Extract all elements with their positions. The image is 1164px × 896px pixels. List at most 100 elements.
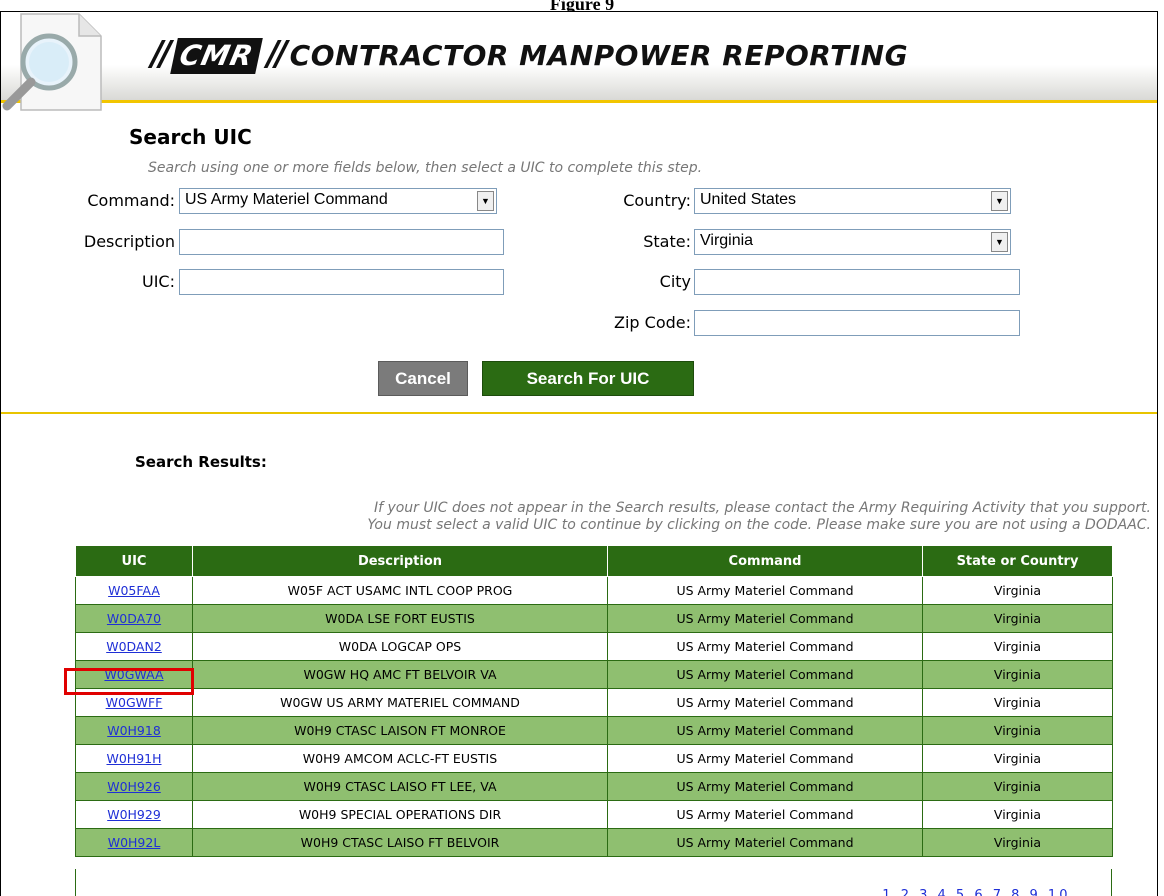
uic-cell: W0H926 [75, 772, 193, 801]
state-cell: Virginia [922, 800, 1113, 829]
state-cell: Virginia [922, 660, 1113, 689]
state-cell: Virginia [922, 604, 1113, 633]
select-arrow-icon[interactable]: ▼ [991, 232, 1008, 252]
uic-input[interactable] [179, 269, 504, 295]
column-header-command: Command [607, 545, 923, 577]
column-header-description: Description [192, 545, 608, 577]
command-cell: US Army Materiel Command [607, 744, 923, 773]
pagination-row: 1 2 3 4 5 6 7 8 9 10 ... [75, 869, 1112, 896]
column-header-state: State or Country [922, 545, 1113, 577]
description-cell: W0DA LSE FORT EUSTIS [192, 604, 608, 633]
pagination-links[interactable]: 1 2 3 4 5 6 7 8 9 10 ... [882, 888, 1099, 896]
column-header-uic: UIC [75, 545, 193, 577]
table-row: W0H92L W0H9 CTASC LAISO FT BELVOIR US Ar… [75, 828, 1113, 857]
description-cell: W0GW US ARMY MATERIEL COMMAND [192, 688, 608, 717]
table-row: W0H926 W0H9 CTASC LAISO FT LEE, VA US Ar… [75, 772, 1113, 801]
description-cell: W0DA LOGCAP OPS [192, 632, 608, 661]
select-arrow-icon[interactable]: ▼ [991, 191, 1008, 211]
uic-cell: W0H918 [75, 716, 193, 745]
table-row: W0DAN2 W0DA LOGCAP OPS US Army Materiel … [75, 632, 1113, 661]
state-cell: Virginia [922, 716, 1113, 745]
table-row: W0H929 W0H9 SPECIAL OPERATIONS DIR US Ar… [75, 800, 1113, 829]
uic-cell: W0GWFF [75, 688, 193, 717]
results-table: UIC Description Command State or Country… [75, 545, 1113, 857]
search-for-uic-button[interactable]: Search For UIC [482, 361, 694, 396]
description-cell: W0H9 AMCOM ACLC-FT EUSTIS [192, 744, 608, 773]
uic-cell: W0GWAA [75, 660, 193, 689]
cancel-button[interactable]: Cancel [378, 361, 468, 396]
command-select[interactable]: US Army Materiel Command ▼ [179, 188, 497, 214]
results-note: If your UIC does not appear in the Searc… [1, 500, 1151, 534]
logo-slash-mark-2: // [266, 34, 288, 74]
search-title: Search UIC [129, 125, 252, 149]
table-row: W0DA70 W0DA LSE FORT EUSTIS US Army Mate… [75, 604, 1113, 633]
command-label: Command: [87, 191, 175, 210]
uic-link[interactable]: W0H929 [107, 807, 161, 822]
city-input[interactable] [694, 269, 1020, 295]
uic-cell: W05FAA [75, 576, 193, 605]
results-note-line-1: If your UIC does not appear in the Searc… [373, 500, 1151, 516]
app-logo: //CMR//CONTRACTOR MANPOWER REPORTING [151, 34, 908, 74]
state-label: State: [643, 232, 691, 251]
description-cell: W0H9 CTASC LAISO FT LEE, VA [192, 772, 608, 801]
uic-link[interactable]: W0H926 [107, 779, 161, 794]
uic-cell: W0H929 [75, 800, 193, 829]
command-select-value: US Army Materiel Command [185, 191, 388, 208]
uic-link[interactable]: W0DAN2 [106, 639, 162, 654]
uic-cell: W0H92L [75, 828, 193, 857]
uic-link[interactable]: W0H92L [108, 835, 161, 850]
state-select-value: Virginia [700, 232, 754, 249]
logo-slash-mark: // [151, 34, 172, 74]
command-cell: US Army Materiel Command [607, 632, 923, 661]
state-cell: Virginia [922, 772, 1113, 801]
command-cell: US Army Materiel Command [607, 828, 923, 857]
table-row: W0H91H W0H9 AMCOM ACLC-FT EUSTIS US Army… [75, 744, 1113, 773]
uic-link[interactable]: W0GWFF [106, 695, 163, 710]
table-row: W05FAA W05F ACT USAMC INTL COOP PROG US … [75, 576, 1113, 605]
country-label: Country: [623, 191, 691, 210]
app-frame: //CMR//CONTRACTOR MANPOWER REPORTING Sea… [0, 11, 1158, 896]
state-cell: Virginia [922, 744, 1113, 773]
description-cell: W0H9 CTASC LAISO FT BELVOIR [192, 828, 608, 857]
logo-abbrev: CMR [170, 38, 263, 74]
state-select[interactable]: Virginia ▼ [694, 229, 1011, 255]
zip-label: Zip Code: [614, 313, 691, 332]
state-cell: Virginia [922, 632, 1113, 661]
select-arrow-icon[interactable]: ▼ [477, 191, 494, 211]
state-cell: Virginia [922, 688, 1113, 717]
country-select-value: United States [700, 191, 797, 208]
uic-link[interactable]: W0GWAA [104, 667, 163, 682]
state-cell: Virginia [922, 828, 1113, 857]
uic-link[interactable]: W0DA70 [107, 611, 161, 626]
results-header-row: UIC Description Command State or Country [75, 545, 1113, 577]
section-divider [1, 412, 1157, 414]
search-hint: Search using one or more fields below, t… [148, 160, 703, 176]
command-cell: US Army Materiel Command [607, 576, 923, 605]
uic-label: UIC: [142, 272, 175, 291]
command-cell: US Army Materiel Command [607, 660, 923, 689]
command-cell: US Army Materiel Command [607, 772, 923, 801]
uic-cell: W0DA70 [75, 604, 193, 633]
uic-link[interactable]: W0H918 [107, 723, 161, 738]
command-cell: US Army Materiel Command [607, 800, 923, 829]
table-row: W0H918 W0H9 CTASC LAISON FT MONROE US Ar… [75, 716, 1113, 745]
results-note-line-2: You must select a valid UIC to continue … [367, 517, 1151, 533]
uic-link[interactable]: W0H91H [106, 751, 161, 766]
results-title: Search Results: [135, 453, 267, 471]
table-row: W0GWAA W0GW HQ AMC FT BELVOIR VA US Army… [75, 660, 1113, 689]
description-input[interactable] [179, 229, 504, 255]
description-cell: W0GW HQ AMC FT BELVOIR VA [192, 660, 608, 689]
country-select[interactable]: United States ▼ [694, 188, 1011, 214]
magnifier-document-icon [2, 13, 102, 111]
description-cell: W05F ACT USAMC INTL COOP PROG [192, 576, 608, 605]
command-cell: US Army Materiel Command [607, 688, 923, 717]
table-row: W0GWFF W0GW US ARMY MATERIEL COMMAND US … [75, 688, 1113, 717]
description-cell: W0H9 SPECIAL OPERATIONS DIR [192, 800, 608, 829]
app-header: //CMR//CONTRACTOR MANPOWER REPORTING [1, 12, 1157, 111]
city-label: City [659, 272, 691, 291]
uic-link[interactable]: W05FAA [108, 583, 160, 598]
uic-cell: W0H91H [75, 744, 193, 773]
zip-input[interactable] [694, 310, 1020, 336]
command-cell: US Army Materiel Command [607, 604, 923, 633]
command-cell: US Army Materiel Command [607, 716, 923, 745]
